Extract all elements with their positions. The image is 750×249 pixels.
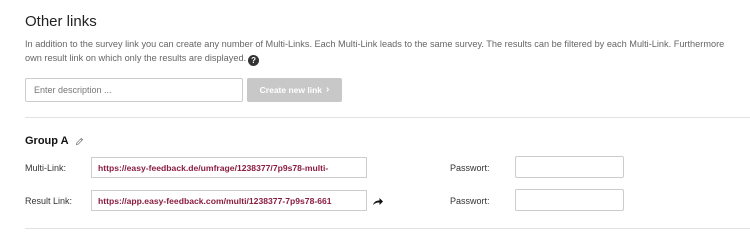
- group-title: Group A: [25, 135, 69, 147]
- multi-link-password-label: Passwort:: [450, 163, 490, 173]
- multi-link-label: Multi-Link:: [25, 163, 67, 173]
- multi-link-password-field[interactable]: [515, 156, 624, 178]
- pencil-icon[interactable]: [75, 137, 84, 146]
- section-description: In addition to the survey link you can c…: [25, 37, 750, 66]
- divider-top: [25, 117, 750, 118]
- chevron-right-icon: ›: [326, 84, 330, 95]
- result-link-field[interactable]: [91, 190, 367, 211]
- create-new-link-label: Create new link: [259, 85, 322, 95]
- result-link-label: Result Link:: [25, 196, 73, 206]
- group-header: Group A: [25, 135, 84, 147]
- multi-link-field[interactable]: [91, 157, 367, 178]
- result-link-password-field[interactable]: [515, 189, 624, 211]
- create-new-link-button[interactable]: Create new link ›: [247, 78, 342, 102]
- description-line-1: In addition to the survey link you can c…: [25, 39, 725, 49]
- divider-bottom: [25, 228, 750, 229]
- help-icon[interactable]: ?: [248, 55, 260, 66]
- description-line-2-wrap: own result link on which only the result…: [25, 51, 750, 66]
- arrow-right-icon[interactable]: [372, 197, 384, 207]
- section-title: Other links: [25, 13, 97, 30]
- result-link-password-label: Passwort:: [450, 196, 490, 206]
- description-line-2: own result link on which only the result…: [25, 53, 247, 63]
- link-description-input[interactable]: [25, 78, 243, 102]
